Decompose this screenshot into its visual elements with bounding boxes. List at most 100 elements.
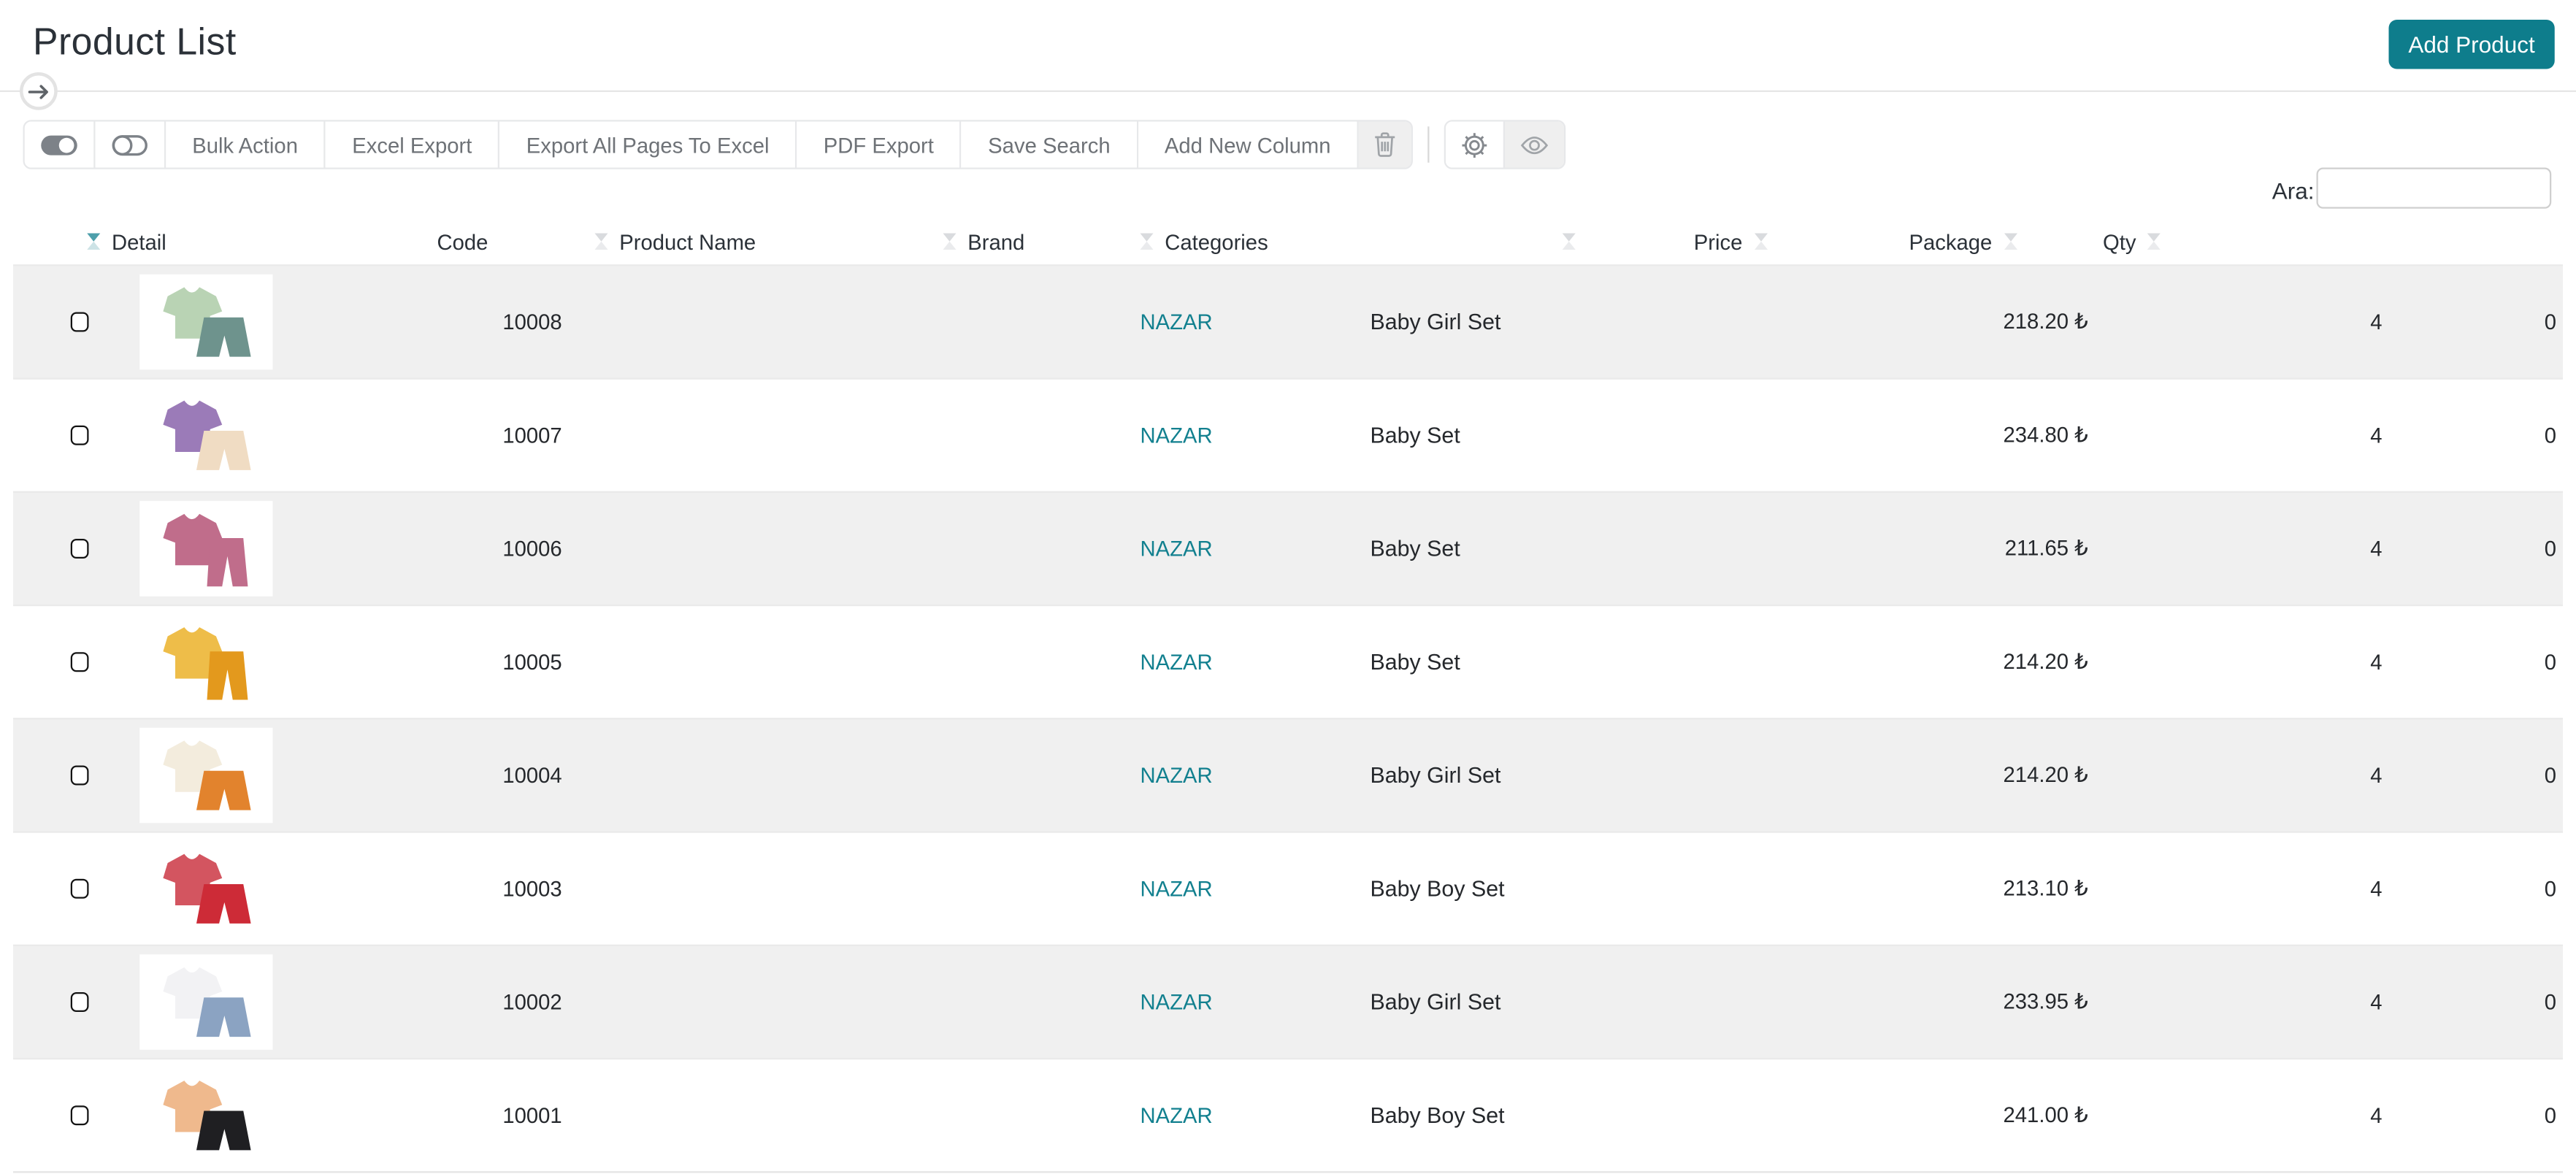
product-price: 213.10 ₺: [1807, 875, 2088, 901]
product-package: 4: [2218, 309, 2383, 334]
product-category: Baby Set: [1371, 536, 1460, 561]
arrow-right-icon: [28, 83, 49, 100]
bulk-action-button[interactable]: Bulk Action: [166, 122, 326, 168]
filter-icon[interactable]: [2004, 234, 2017, 250]
product-package: 4: [2218, 875, 2383, 900]
column-settings-button[interactable]: [1446, 122, 1505, 168]
brand-link[interactable]: NAZAR: [1141, 762, 1213, 787]
row-checkbox[interactable]: [71, 1105, 89, 1124]
header-divider: [0, 91, 2576, 92]
row-checkbox[interactable]: [71, 311, 89, 331]
product-category: Baby Set: [1371, 649, 1460, 674]
product-qty: 0: [2392, 422, 2556, 447]
filter-icon[interactable]: [1563, 234, 1576, 250]
filter-icon[interactable]: [943, 234, 957, 250]
product-list-page: Product List Add Product Bulk Action Exc…: [0, 0, 2576, 1174]
product-image[interactable]: [139, 954, 272, 1049]
brand-link[interactable]: NAZAR: [1141, 536, 1213, 561]
toolbar-divider: [1427, 126, 1429, 163]
product-price: 218.20 ₺: [1807, 308, 2088, 334]
table-row: 10006 NAZAR Baby Set 211.65 ₺ 4 0: [13, 491, 2563, 604]
gear-icon: [1460, 131, 1488, 158]
pdf-export-button[interactable]: PDF Export: [797, 122, 962, 168]
row-checkbox[interactable]: [71, 991, 89, 1011]
filter-icon[interactable]: [595, 234, 608, 250]
column-header-code[interactable]: Code: [437, 220, 488, 264]
column-header-package[interactable]: Package: [1909, 220, 2017, 264]
product-price: 211.65 ₺: [1807, 534, 2088, 561]
brand-link[interactable]: NAZAR: [1141, 989, 1213, 1014]
column-label: Categories: [1165, 229, 1268, 254]
product-qty: 0: [2392, 875, 2556, 900]
product-package: 4: [2218, 1102, 2383, 1127]
filter-icon[interactable]: [2147, 234, 2161, 250]
column-header-brand[interactable]: Brand: [943, 220, 1025, 264]
column-label: Detail: [112, 229, 166, 254]
brand-link[interactable]: NAZAR: [1141, 1102, 1213, 1127]
garment-bottom-shape: [196, 883, 250, 923]
row-checkbox[interactable]: [71, 538, 89, 558]
column-header-product-name[interactable]: Product Name: [595, 220, 756, 264]
garment-bottom-shape: [206, 651, 247, 699]
product-qty: 0: [2392, 989, 2556, 1014]
column-label: Package: [1909, 229, 1993, 254]
row-checkbox[interactable]: [71, 425, 89, 445]
product-qty: 0: [2392, 536, 2556, 561]
product-price: 241.00 ₺: [1807, 1102, 2088, 1128]
table-row: 10007 NAZAR Baby Set 234.80 ₺ 4 0: [13, 377, 2563, 490]
select-all-toggle-button[interactable]: [25, 122, 96, 168]
column-label: Code: [437, 229, 488, 254]
column-header-detail[interactable]: Detail: [87, 220, 166, 264]
product-image[interactable]: [139, 727, 272, 823]
product-image[interactable]: [139, 500, 272, 596]
save-search-button[interactable]: Save Search: [962, 122, 1138, 168]
export-all-pages-button[interactable]: Export All Pages To Excel: [500, 122, 797, 168]
garment-bottom-shape: [196, 997, 250, 1036]
deselect-all-toggle-button[interactable]: [96, 122, 166, 168]
price-column-filter[interactable]: [1563, 220, 1576, 264]
product-image[interactable]: [139, 387, 272, 483]
product-image[interactable]: [139, 274, 272, 369]
table-body: 10008 NAZAR Baby Girl Set 218.20 ₺ 4 0 1…: [13, 264, 2563, 1172]
table-row: 10002 NAZAR Baby Girl Set 233.95 ₺ 4 0: [13, 944, 2563, 1057]
column-visibility-button[interactable]: [1505, 122, 1564, 168]
add-new-column-button[interactable]: Add New Column: [1138, 122, 1359, 168]
garment-bottom-shape: [206, 537, 247, 586]
product-category: Baby Girl Set: [1371, 309, 1501, 334]
brand-link[interactable]: NAZAR: [1141, 649, 1213, 674]
product-image[interactable]: [139, 1067, 272, 1162]
toolbar-settings-group: [1444, 120, 1566, 169]
brand-link[interactable]: NAZAR: [1141, 875, 1213, 900]
product-package: 4: [2218, 422, 2383, 447]
table-header: Detail Code Product Name Brand Categorie…: [13, 220, 2563, 264]
column-label: Brand: [967, 229, 1024, 254]
excel-export-button[interactable]: Excel Export: [326, 122, 499, 168]
brand-link[interactable]: NAZAR: [1141, 422, 1213, 447]
filter-icon[interactable]: [1141, 234, 1154, 250]
column-header-price[interactable]: Price: [1694, 220, 1767, 264]
delete-selected-button[interactable]: [1359, 122, 1411, 168]
row-checkbox[interactable]: [71, 764, 89, 784]
search-label: Ara:: [2272, 177, 2315, 204]
table-row: 10004 NAZAR Baby Girl Set 214.20 ₺ 4 0: [13, 717, 2563, 830]
filter-icon[interactable]: [87, 234, 100, 250]
row-checkbox[interactable]: [71, 651, 89, 671]
column-header-qty[interactable]: Qty: [2103, 220, 2161, 264]
product-package: 4: [2218, 989, 2383, 1014]
product-image[interactable]: [139, 840, 272, 936]
row-checkbox[interactable]: [71, 878, 89, 898]
product-image[interactable]: [139, 613, 272, 709]
filter-icon[interactable]: [1754, 234, 1767, 250]
garment-bottom-shape: [196, 430, 250, 469]
column-header-categories[interactable]: Categories: [1141, 220, 1268, 264]
search-input[interactable]: [2317, 168, 2552, 209]
product-category: Baby Boy Set: [1371, 1102, 1505, 1127]
product-price: 214.20 ₺: [1807, 648, 2088, 675]
collapse-toolbar-button[interactable]: [20, 72, 58, 110]
brand-link[interactable]: NAZAR: [1141, 309, 1213, 334]
product-code: 10007: [467, 422, 598, 447]
column-label: Qty: [2103, 229, 2136, 254]
add-product-button[interactable]: Add Product: [2388, 20, 2554, 69]
product-package: 4: [2218, 649, 2383, 674]
product-qty: 0: [2392, 309, 2556, 334]
